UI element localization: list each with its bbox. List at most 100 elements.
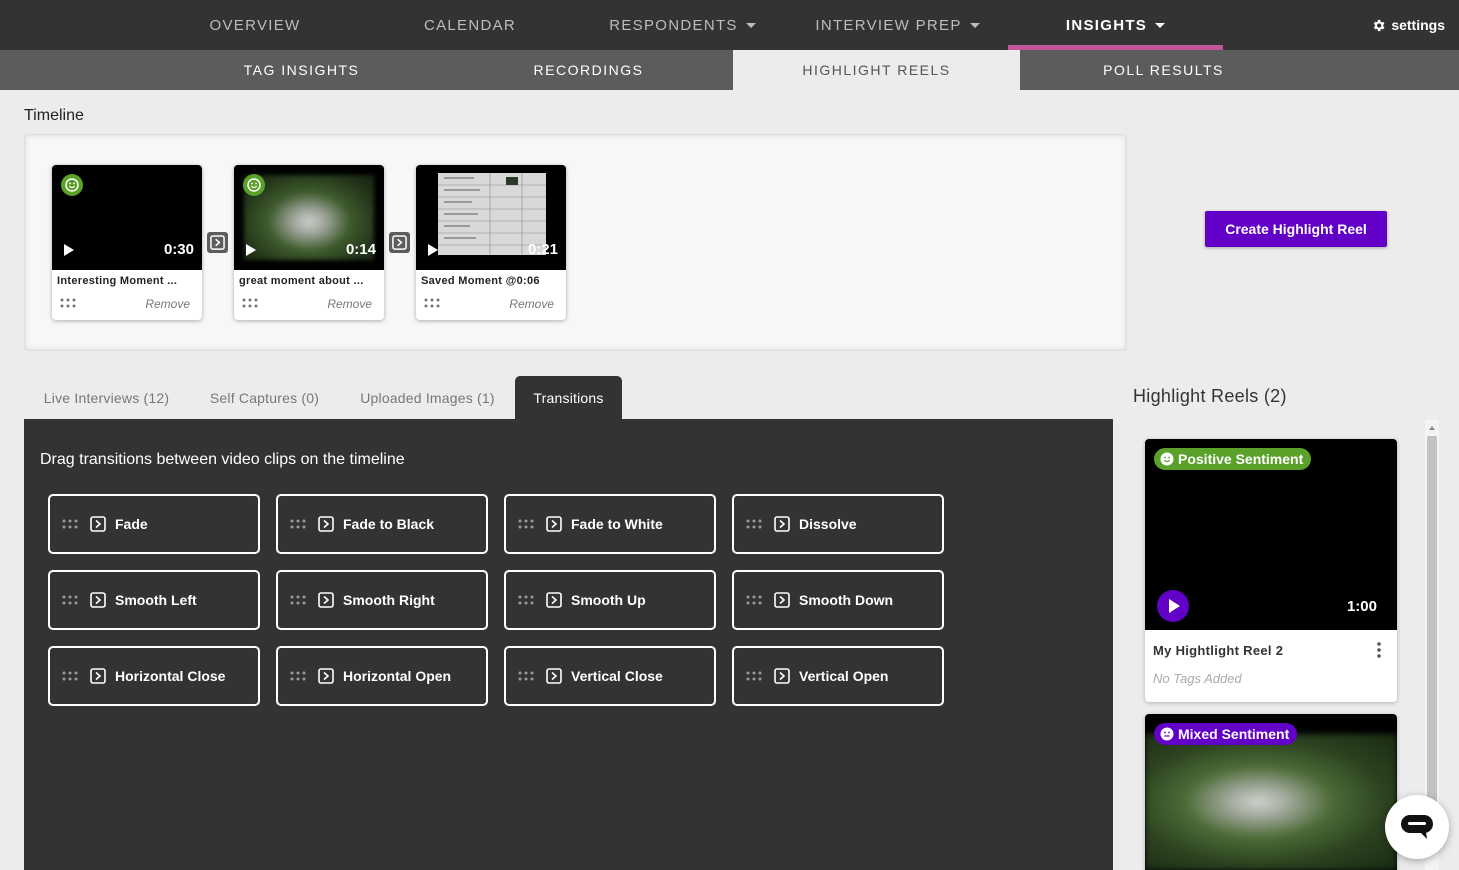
transition-icon <box>318 516 334 532</box>
transition-label: Fade to Black <box>343 516 435 532</box>
transition-button[interactable]: Vertical Close <box>504 646 716 706</box>
transition-icon <box>774 516 790 532</box>
tab-transitions[interactable]: Transitions <box>515 376 622 419</box>
transition-icon <box>90 516 106 532</box>
reel-duration: 1:00 <box>1346 598 1377 615</box>
transition-icon <box>774 668 790 684</box>
transition-label: Vertical Close <box>571 668 663 684</box>
transition-label: Fade to White <box>571 516 663 532</box>
transition-button[interactable]: Horizontal Close <box>48 646 260 706</box>
subnav-poll-results[interactable]: POLL RESULTS <box>1020 50 1307 90</box>
subnav-highlight-reels[interactable]: HIGHLIGHT REELS <box>733 50 1020 90</box>
clip-thumbnail[interactable]: 0:21 <box>416 165 566 270</box>
transition-icon <box>318 592 334 608</box>
transition-button[interactable]: Fade <box>48 494 260 554</box>
neutral-face-icon <box>1160 727 1174 741</box>
drag-handle-icon[interactable] <box>290 595 306 605</box>
play-icon <box>1169 599 1180 613</box>
transition-icon <box>546 668 562 684</box>
transition-button[interactable]: Fade to White <box>504 494 716 554</box>
timeline-clip[interactable]: 0:30 Interesting Moment ... Remove <box>52 165 202 320</box>
drag-handle-icon[interactable] <box>290 671 306 681</box>
drag-handle-icon[interactable] <box>746 519 762 529</box>
drag-handle-icon[interactable] <box>60 298 76 308</box>
transition-label: Dissolve <box>799 516 857 532</box>
remove-clip-link[interactable]: Remove <box>145 297 190 311</box>
nav-respondents[interactable]: RESPONDENTS <box>595 0 770 50</box>
nav-insights[interactable]: INSIGHTS <box>1008 0 1223 50</box>
smile-icon <box>1160 452 1174 466</box>
drag-handle-icon[interactable] <box>518 671 534 681</box>
reel-video[interactable]: Mixed Sentiment <box>1145 714 1397 870</box>
highlight-reels-title: Highlight Reels (2) <box>1133 386 1287 406</box>
timeline-clip[interactable]: 0:21 Saved Moment @0:06 Remove <box>416 165 566 320</box>
scrollbar-thumb[interactable] <box>1427 436 1437 810</box>
drag-handle-icon[interactable] <box>518 595 534 605</box>
play-button[interactable] <box>1157 590 1189 622</box>
tab-uploaded-images[interactable]: Uploaded Images (1) <box>340 376 515 419</box>
drag-handle-icon[interactable] <box>290 519 306 529</box>
transition-button[interactable]: Fade to Black <box>276 494 488 554</box>
transition-button[interactable]: Smooth Left <box>48 570 260 630</box>
transition-label: Horizontal Open <box>343 668 452 684</box>
clip-duration: 0:14 <box>345 241 376 258</box>
highlight-reel-card[interactable]: Mixed Sentiment <box>1145 714 1397 870</box>
transition-slot-icon[interactable] <box>207 232 228 253</box>
transition-button[interactable]: Smooth Down <box>732 570 944 630</box>
reel-name: My Hightlight Reel 2 <box>1153 643 1284 658</box>
gear-icon <box>1374 19 1385 31</box>
play-icon[interactable] <box>246 244 256 256</box>
transition-label: Vertical Open <box>799 668 889 684</box>
transition-button[interactable]: Smooth Up <box>504 570 716 630</box>
transition-button[interactable]: Dissolve <box>732 494 944 554</box>
subnav-recordings[interactable]: RECORDINGS <box>445 50 732 90</box>
create-highlight-reel-button[interactable]: Create Highlight Reel <box>1205 211 1387 247</box>
reel-tags: No Tags Added <box>1153 671 1242 686</box>
clip-duration: 0:21 <box>527 241 558 258</box>
remove-clip-link[interactable]: Remove <box>327 297 372 311</box>
drag-handle-icon[interactable] <box>746 595 762 605</box>
more-options-icon[interactable] <box>1377 642 1381 658</box>
chevron-down-icon <box>745 22 756 28</box>
transition-button[interactable]: Smooth Right <box>276 570 488 630</box>
tab-live-interviews[interactable]: Live Interviews (12) <box>24 376 189 419</box>
subnav-tag-insights[interactable]: TAG INSIGHTS <box>158 50 445 90</box>
highlight-reel-card[interactable]: Positive Sentiment 1:00 My Hightlight Re… <box>1145 439 1397 702</box>
transition-button[interactable]: Vertical Open <box>732 646 944 706</box>
drag-handle-icon[interactable] <box>746 671 762 681</box>
timeline-clip[interactable]: 0:14 great moment about ... Remove <box>234 165 384 320</box>
top-nav: OVERVIEW CALENDAR RESPONDENTS INTERVIEW … <box>0 0 1459 50</box>
clip-thumbnail[interactable]: 0:30 <box>52 165 202 270</box>
nav-interview-prep[interactable]: INTERVIEW PREP <box>800 0 995 50</box>
transition-icon <box>546 592 562 608</box>
scroll-up-icon[interactable] <box>1429 426 1435 430</box>
transition-label: Horizontal Close <box>115 668 226 684</box>
drag-handle-icon[interactable] <box>242 298 258 308</box>
play-icon[interactable] <box>64 244 74 256</box>
nav-overview[interactable]: OVERVIEW <box>170 0 340 50</box>
sub-nav: TAG INSIGHTS RECORDINGS HIGHLIGHT REELS … <box>0 50 1459 90</box>
transition-button[interactable]: Horizontal Open <box>276 646 488 706</box>
tab-self-captures[interactable]: Self Captures (0) <box>189 376 340 419</box>
reel-preview-image <box>1145 734 1397 870</box>
drag-handle-icon[interactable] <box>62 671 78 681</box>
nav-calendar[interactable]: CALENDAR <box>385 0 555 50</box>
chat-icon <box>1401 815 1433 839</box>
drag-handle-icon[interactable] <box>62 595 78 605</box>
settings-button[interactable]: settings <box>1371 0 1445 50</box>
chat-button[interactable] <box>1385 795 1449 859</box>
transition-icon <box>90 592 106 608</box>
clip-thumbnail[interactable]: 0:14 <box>234 165 384 270</box>
chevron-down-icon <box>969 22 980 28</box>
drag-handle-icon[interactable] <box>518 519 534 529</box>
reel-video[interactable]: Positive Sentiment 1:00 <box>1145 439 1397 630</box>
drag-handle-icon[interactable] <box>62 519 78 529</box>
transition-label: Fade <box>115 516 148 532</box>
drag-handle-icon[interactable] <box>424 298 440 308</box>
transition-label: Smooth Right <box>343 592 435 608</box>
sentiment-badge: Mixed Sentiment <box>1154 723 1298 745</box>
play-icon[interactable] <box>428 244 438 256</box>
transitions-instruction: Drag transitions between video clips on … <box>40 451 405 468</box>
transition-slot-icon[interactable] <box>389 232 410 253</box>
remove-clip-link[interactable]: Remove <box>509 297 554 311</box>
